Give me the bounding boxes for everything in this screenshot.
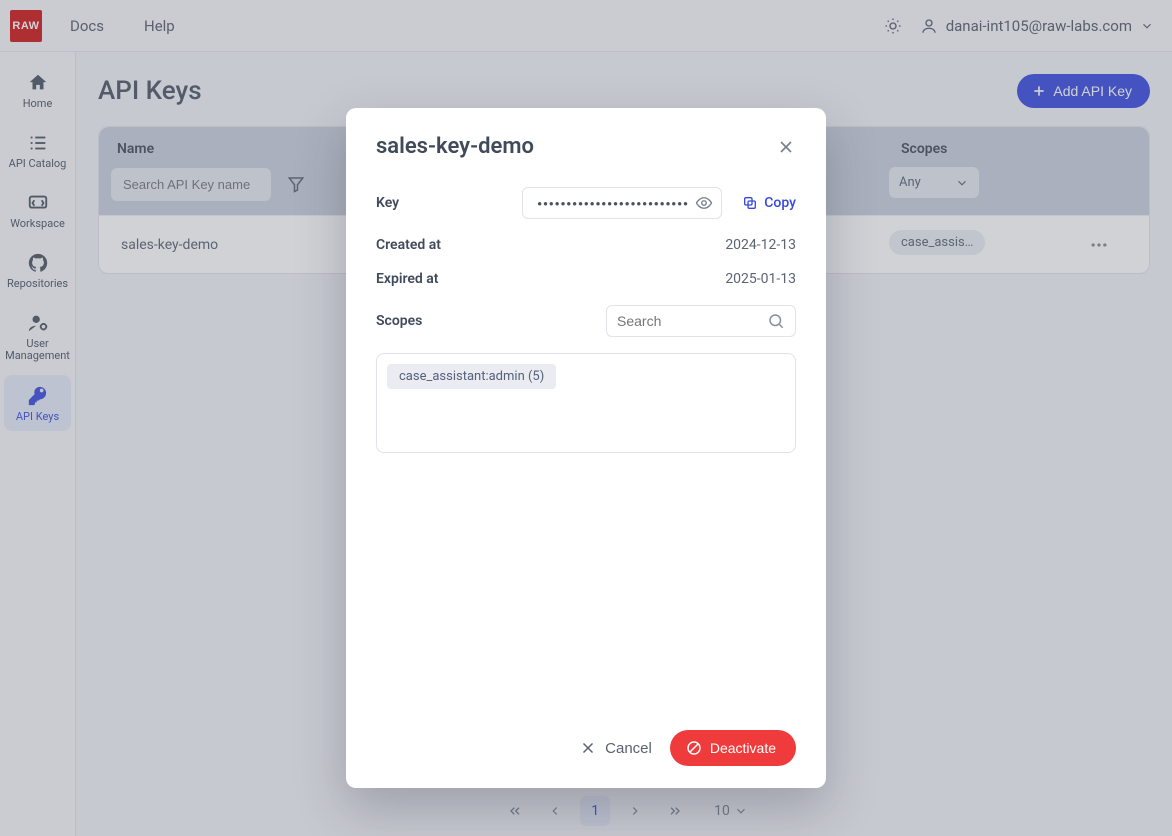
close-button[interactable] [776, 137, 796, 157]
expired-label: Expired at [376, 271, 496, 287]
created-label: Created at [376, 237, 496, 253]
scopes-label: Scopes [376, 313, 496, 329]
deactivate-label: Deactivate [710, 740, 776, 756]
api-key-detail-modal: sales-key-demo Key ●●●●●●●●●●●●●●●●●●●●●… [346, 108, 826, 788]
key-label: Key [376, 195, 496, 211]
created-value: 2024-12-13 [725, 237, 796, 253]
prohibit-icon [686, 740, 702, 756]
cancel-button[interactable]: Cancel [579, 739, 652, 757]
scope-search-box[interactable] [606, 305, 796, 337]
close-icon [579, 739, 597, 757]
scope-tag: case_assistant:admin (5) [387, 364, 556, 389]
scopes-list: case_assistant:admin (5) [376, 353, 796, 453]
reveal-key-button[interactable] [695, 194, 713, 212]
key-masked-value: ●●●●●●●●●●●●●●●●●●●●●●●●●●●● [537, 199, 689, 208]
search-icon [767, 312, 785, 330]
modal-title: sales-key-demo [376, 134, 534, 159]
cancel-label: Cancel [605, 740, 652, 757]
key-value-box: ●●●●●●●●●●●●●●●●●●●●●●●●●●●● [522, 187, 722, 219]
scope-search-input[interactable] [617, 313, 747, 329]
copy-key-button[interactable]: Copy [742, 195, 796, 211]
deactivate-button[interactable]: Deactivate [670, 730, 796, 766]
expired-value: 2025-01-13 [725, 271, 796, 287]
copy-label: Copy [764, 195, 796, 211]
copy-icon [742, 195, 758, 211]
